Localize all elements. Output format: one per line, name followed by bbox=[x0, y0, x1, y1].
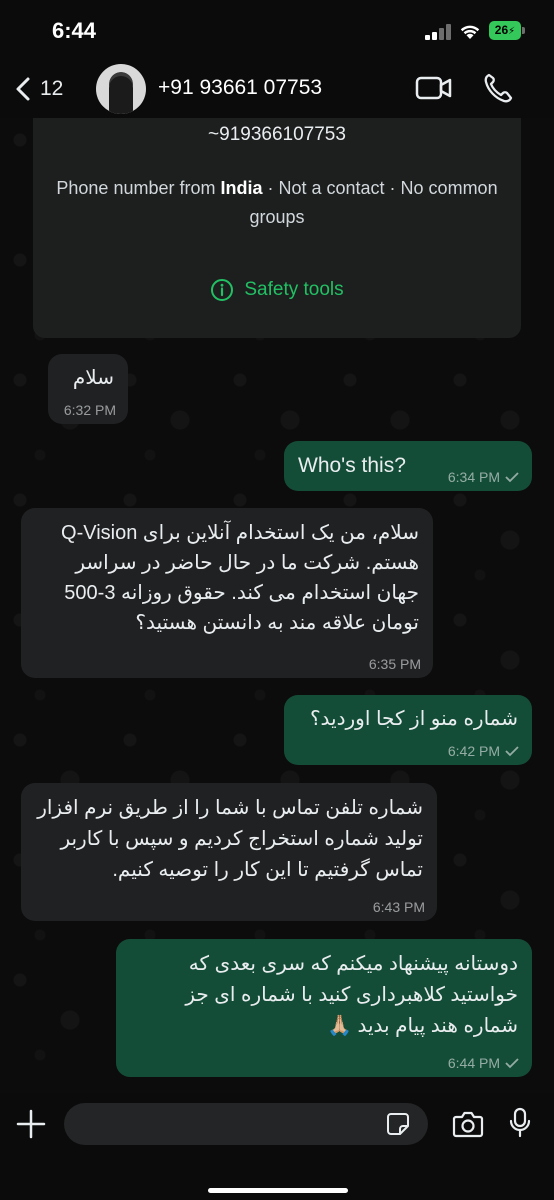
message-bubble-incoming[interactable]: شماره تلفن تماس با شما را از طریق نرم اف… bbox=[21, 783, 437, 921]
info-icon bbox=[211, 279, 234, 301]
message-time: 6:32 PM bbox=[64, 402, 116, 418]
country-name: India bbox=[220, 178, 263, 198]
unread-count: 12 bbox=[40, 77, 64, 100]
message-input[interactable] bbox=[64, 1103, 428, 1145]
message-text: سلام، من یک استخدام آنلاین برای Q-Vision… bbox=[61, 522, 419, 634]
contact-number: ~919366107753 bbox=[208, 124, 346, 145]
message-time: 6:42 PM bbox=[448, 743, 520, 759]
message-bubble-outgoing[interactable]: Who's this? 6:34 PM bbox=[284, 441, 532, 491]
message-time: 6:34 PM bbox=[448, 469, 520, 485]
message-time: 6:35 PM bbox=[369, 656, 421, 672]
time-label: 6:44 PM bbox=[447, 1055, 500, 1071]
message-text: سلام bbox=[72, 367, 114, 389]
contact-name[interactable]: +91 93661 07753 bbox=[158, 76, 322, 100]
camera-button[interactable] bbox=[452, 1110, 484, 1138]
charging-bolt-icon: ⚡ bbox=[508, 26, 516, 37]
voice-call-button[interactable] bbox=[483, 72, 513, 104]
battery-level: 26 bbox=[494, 23, 509, 37]
safety-tools-label: Safety tools bbox=[244, 279, 344, 300]
time-label: 6:32 PM bbox=[63, 402, 116, 418]
sent-check-icon bbox=[505, 746, 519, 757]
message-bubble-outgoing[interactable]: شماره منو از کجا اوردید؟ 6:42 PM bbox=[284, 695, 532, 765]
battery-indicator: 26⚡ bbox=[489, 21, 521, 40]
message-bubble-incoming[interactable]: سلام 6:32 PM bbox=[48, 354, 128, 424]
description-suffix: · Not a contact · No common groups bbox=[249, 178, 498, 227]
time-label: 6:43 PM bbox=[372, 899, 425, 915]
message-text: دوستانه پیشنهاد میکنم که سری بعدی که خوا… bbox=[185, 953, 518, 1037]
home-indicator bbox=[208, 1188, 348, 1193]
sent-check-icon bbox=[505, 472, 519, 483]
status-time: 6:44 bbox=[52, 18, 97, 43]
chat-header: 12 +91 93661 07753 bbox=[0, 60, 554, 118]
avatar[interactable] bbox=[96, 64, 146, 114]
sticker-button[interactable] bbox=[386, 1112, 410, 1136]
wifi-icon bbox=[460, 25, 480, 39]
microphone-button[interactable] bbox=[508, 1107, 532, 1139]
message-bubble-outgoing[interactable]: دوستانه پیشنهاد میکنم که سری بعدی که خوا… bbox=[116, 939, 532, 1077]
time-label: 6:35 PM bbox=[368, 656, 421, 672]
message-text: شماره منو از کجا اوردید؟ bbox=[309, 708, 518, 730]
back-button[interactable]: 12 bbox=[14, 72, 63, 106]
attach-plus-button[interactable] bbox=[16, 1109, 46, 1139]
message-time: 6:43 PM bbox=[373, 899, 425, 915]
sent-check-icon bbox=[505, 1058, 519, 1069]
cellular-signal-icon bbox=[425, 24, 453, 40]
video-call-button[interactable] bbox=[415, 74, 453, 102]
battery-tip bbox=[522, 27, 525, 34]
safety-tools-button[interactable]: Safety tools bbox=[33, 278, 521, 302]
description-prefix: Phone number from bbox=[56, 178, 221, 198]
time-label: 6:42 PM bbox=[447, 743, 500, 759]
message-input-bar bbox=[0, 1093, 554, 1200]
message-text: شماره تلفن تماس با شما را از طریق نرم اف… bbox=[37, 797, 423, 881]
chevron-left-icon bbox=[16, 77, 30, 101]
message-bubble-incoming[interactable]: سلام، من یک استخدام آنلاین برای Q-Vision… bbox=[21, 508, 433, 678]
contact-info-card: ~919366107753 Phone number from India · … bbox=[33, 100, 521, 338]
time-label: 6:34 PM bbox=[447, 469, 500, 485]
message-time: 6:44 PM bbox=[448, 1055, 520, 1071]
status-bar: 6:44 26⚡ bbox=[0, 0, 554, 60]
contact-description: Phone number from India · Not a contact … bbox=[53, 174, 501, 232]
